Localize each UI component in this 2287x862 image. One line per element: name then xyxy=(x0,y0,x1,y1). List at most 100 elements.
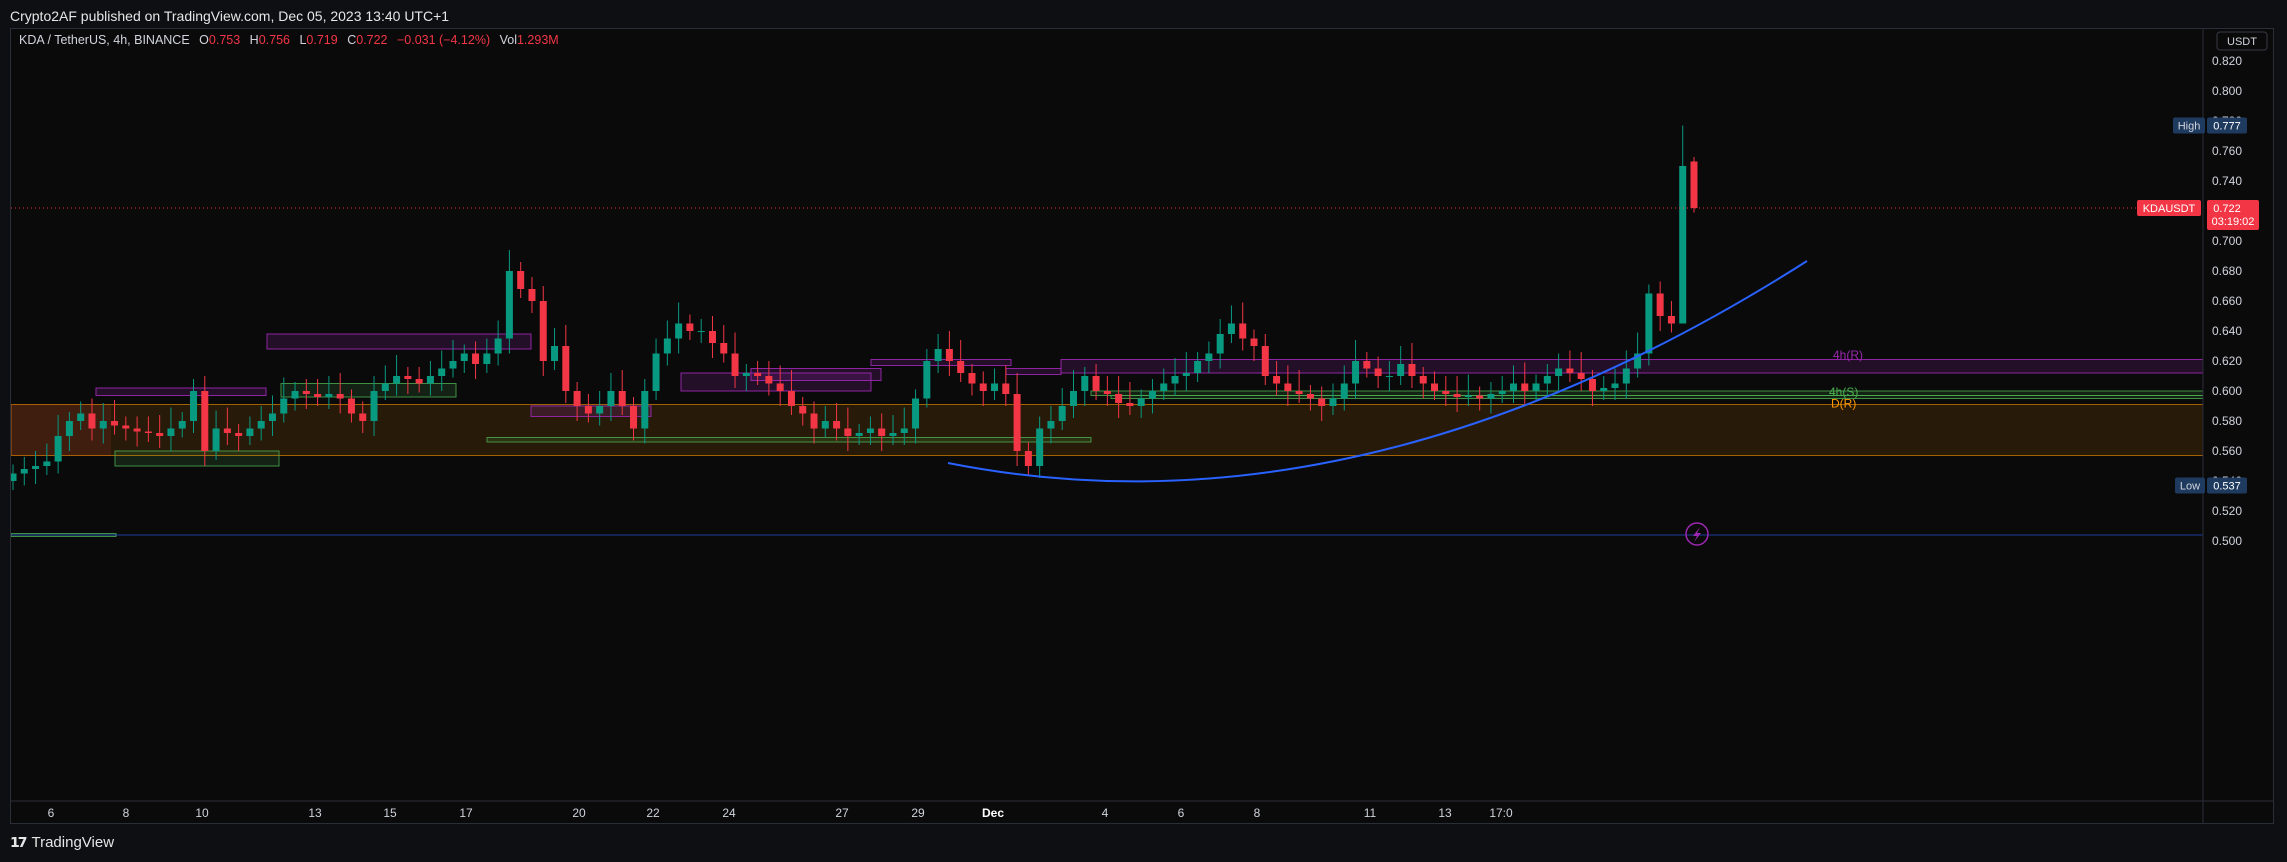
candle-body xyxy=(1509,383,1517,391)
candle-body xyxy=(878,428,886,436)
chart-frame[interactable]: KDA / TetherUS, 4h, BINANCE O0.753 H0.75… xyxy=(9,28,2274,824)
candle-body xyxy=(1160,383,1168,391)
candle-body xyxy=(968,373,976,384)
candle-body xyxy=(426,376,434,384)
y-tick-label: 0.580 xyxy=(2212,414,2242,428)
candle-body xyxy=(1397,364,1405,376)
candle-body xyxy=(855,433,863,436)
support-box xyxy=(1110,395,2204,399)
candle-body xyxy=(765,376,773,384)
candle-body xyxy=(1431,383,1439,391)
candle-body xyxy=(1306,394,1314,399)
candle-body xyxy=(584,406,592,414)
tradingview-logo[interactable]: 𝟭𝟳 TradingView xyxy=(10,834,114,851)
candle-body xyxy=(1611,383,1619,388)
legend-low: 0.719 xyxy=(306,33,337,47)
y-tick-label: 0.520 xyxy=(2212,504,2242,518)
y-tick-label: 0.680 xyxy=(2212,264,2242,278)
candle-body xyxy=(438,368,446,376)
candle-body xyxy=(596,406,604,414)
candle-body xyxy=(776,383,784,391)
tradingview-icon: 𝟭𝟳 xyxy=(10,834,28,850)
candle-body xyxy=(9,473,17,481)
x-tick-label: 6 xyxy=(48,806,55,820)
y-tick-label: 0.620 xyxy=(2212,354,2242,368)
tradingview-brand: TradingView xyxy=(31,834,115,851)
candle-body xyxy=(415,379,423,384)
y-tick-label: 0.640 xyxy=(2212,324,2242,338)
legend-o-label: O xyxy=(199,33,209,47)
legend-vol: 1.293M xyxy=(517,33,559,47)
candle-body xyxy=(144,431,152,433)
candle-body xyxy=(77,413,85,421)
candle-body xyxy=(675,323,683,339)
candle-body xyxy=(1408,364,1416,376)
support-box xyxy=(1090,390,2204,396)
candle-body xyxy=(923,361,931,399)
candle-body xyxy=(1352,361,1360,384)
candle-body xyxy=(336,394,344,399)
x-tick-label: 27 xyxy=(835,806,849,820)
candle-body xyxy=(641,391,649,429)
candle-body xyxy=(99,421,107,429)
candle-body xyxy=(1419,376,1427,384)
currency-button[interactable]: USDT xyxy=(2227,36,2257,48)
lightning-icon[interactable] xyxy=(1685,522,1709,546)
candle-body xyxy=(460,353,468,361)
candle-body xyxy=(810,413,818,429)
candle-body xyxy=(1498,391,1506,394)
candle-body xyxy=(32,466,40,469)
candle-body xyxy=(190,391,198,421)
time-axis: 6 8 10 13 15 17 20 22 24 27 29 Dec 4 6 8 11 13 17:0 xyxy=(48,806,1513,820)
candle-body xyxy=(1656,293,1664,316)
candle-body xyxy=(291,391,299,399)
candle-body xyxy=(1543,376,1551,384)
x-tick-label: Dec xyxy=(982,806,1004,820)
candle-body xyxy=(1588,379,1596,391)
candle-body xyxy=(821,421,829,429)
candle-body xyxy=(359,413,367,421)
candle-body xyxy=(551,346,559,361)
candle-body xyxy=(1453,394,1461,397)
candle-body xyxy=(1126,403,1134,406)
candle-body xyxy=(1374,368,1382,376)
candle-body xyxy=(1013,394,1021,451)
candle-body xyxy=(528,289,536,301)
legend-change: −0.031 (−4.12%) xyxy=(397,33,490,47)
candle-body xyxy=(754,373,762,376)
candle-body xyxy=(54,436,62,462)
candle-body xyxy=(133,428,141,432)
candle-body xyxy=(201,391,209,451)
candle-body xyxy=(1081,376,1089,391)
candle-body xyxy=(1205,353,1213,361)
legend-close: 0.722 xyxy=(356,33,387,47)
candle-body xyxy=(1487,394,1495,399)
candle-body xyxy=(1182,373,1190,376)
candle-body xyxy=(1340,383,1348,399)
zones-layer xyxy=(10,333,2204,537)
price-chart[interactable]: KDA / TetherUS, 4h, BINANCE O0.753 H0.75… xyxy=(9,29,2273,823)
x-tick-label: 24 xyxy=(722,806,736,820)
y-tick-label: 0.500 xyxy=(2212,534,2242,548)
x-tick-label: 10 xyxy=(195,806,209,820)
svg-text:Low: Low xyxy=(2180,481,2200,493)
candle-body xyxy=(697,331,705,332)
support-box xyxy=(280,383,457,398)
candle-body xyxy=(618,391,626,406)
candle-body xyxy=(1667,316,1675,324)
candle-body xyxy=(325,394,333,397)
candle-body xyxy=(1555,368,1563,376)
candle-body xyxy=(1092,376,1100,391)
candle-body xyxy=(1103,391,1111,394)
candle-body xyxy=(393,376,401,384)
x-tick-label: 8 xyxy=(1254,806,1261,820)
legend-c-label: C xyxy=(347,33,356,47)
candle-body xyxy=(979,383,987,391)
candle-body xyxy=(1690,161,1698,208)
legend-open: 0.753 xyxy=(209,33,240,47)
candle-body xyxy=(957,361,965,373)
legend-row: KDA / TetherUS, 4h, BINANCE O0.753 H0.75… xyxy=(19,33,559,47)
candle-body xyxy=(1622,368,1630,384)
candle-body xyxy=(156,433,164,436)
candle-body xyxy=(1679,166,1687,324)
